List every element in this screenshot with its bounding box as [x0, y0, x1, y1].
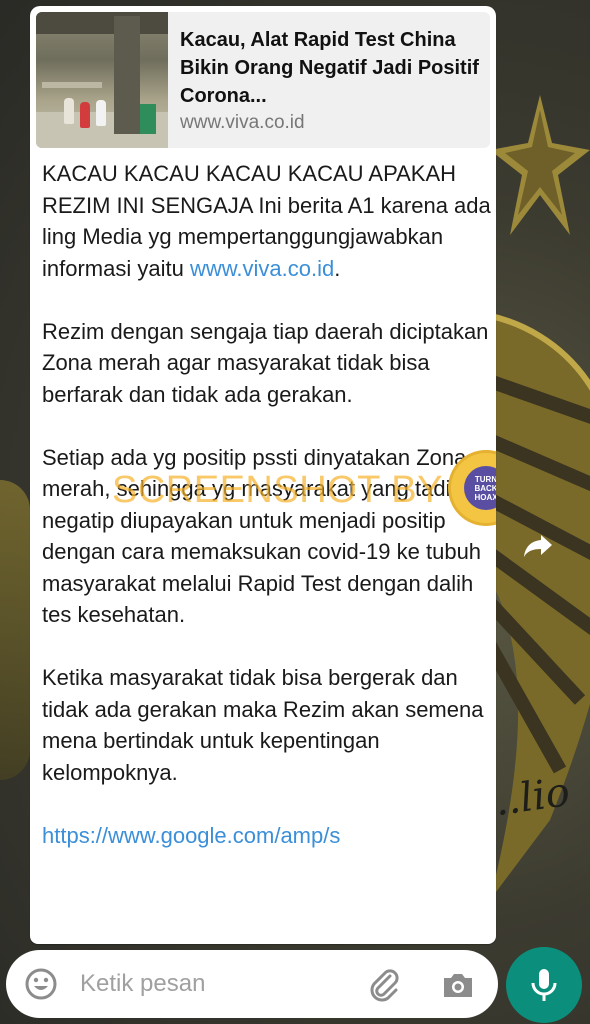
- message-inline-link[interactable]: www.viva.co.id: [190, 256, 334, 281]
- forward-button[interactable]: [520, 528, 556, 564]
- link-preview-title: Kacau, Alat Rapid Test China Bikin Orang…: [180, 29, 479, 107]
- wallpaper-left-emblem: [0, 480, 30, 780]
- link-preview-thumbnail: [36, 12, 168, 148]
- link-preview-card[interactable]: Kacau, Alat Rapid Test China Bikin Orang…: [36, 12, 490, 148]
- message-paragraph-4: Ketika masyarakat tidak bisa bergerak da…: [42, 665, 484, 785]
- message-paragraph-3: Setiap ada yg positip pssti dinyatakan Z…: [42, 444, 486, 628]
- message-input[interactable]: Ketik pesan: [80, 970, 205, 998]
- camera-icon[interactable]: [440, 967, 476, 1003]
- emoji-icon[interactable]: [24, 967, 58, 1001]
- mic-icon: [531, 969, 557, 1001]
- message-text: KACAU KACAU KACAU KACAU APAKAH REZIM INI…: [42, 158, 492, 883]
- star-decoration: [490, 95, 590, 235]
- paperclip-icon[interactable]: [366, 966, 402, 1002]
- message-google-link[interactable]: https://www.google.com/amp/s: [42, 823, 340, 848]
- mic-button[interactable]: [506, 947, 582, 1023]
- message-bubble[interactable]: Kacau, Alat Rapid Test China Bikin Orang…: [30, 6, 496, 944]
- link-preview-domain: www.viva.co.id: [180, 112, 305, 133]
- message-input-bar[interactable]: Ketik pesan: [6, 950, 498, 1018]
- message-paragraph-2: Rezim dengan sengaja tiap daerah dicipta…: [42, 318, 489, 407]
- forward-arrow-icon: [524, 535, 552, 557]
- message-paragraph-1: KACAU KACAU KACAU KACAU APAKAH REZIM INI…: [42, 161, 491, 281]
